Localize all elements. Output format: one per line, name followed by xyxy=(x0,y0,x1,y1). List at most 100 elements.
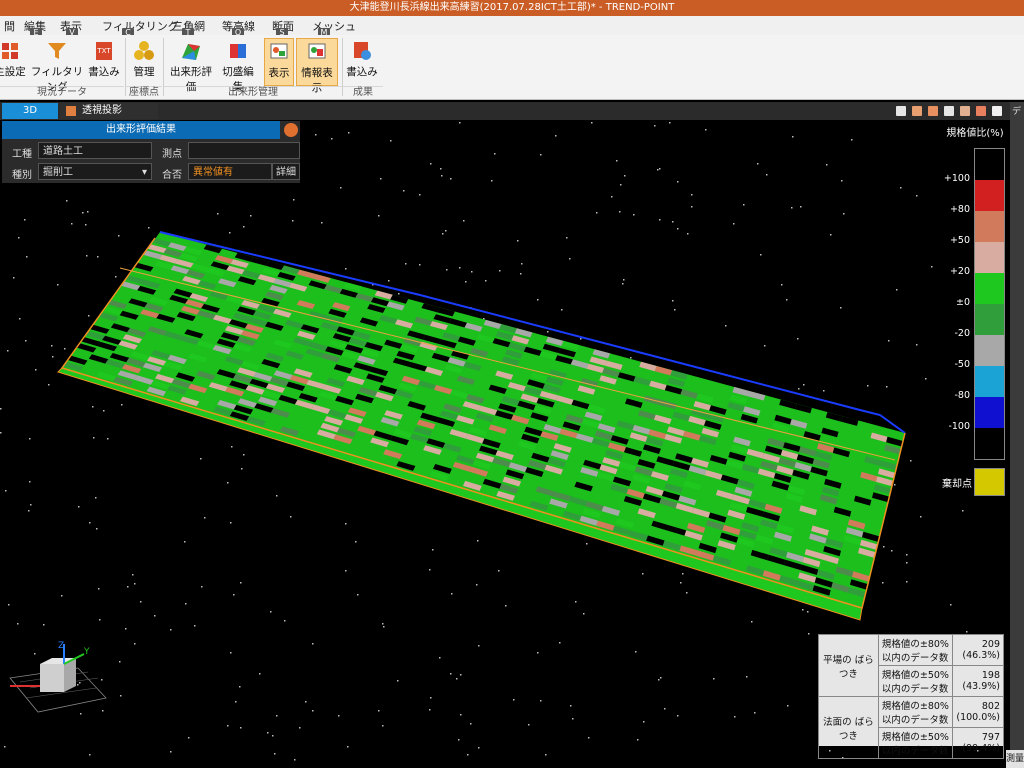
point-cloud-dot xyxy=(764,345,766,347)
point-cloud-dot xyxy=(451,593,453,595)
point-cloud-dot xyxy=(229,232,231,234)
point-cloud-dot xyxy=(340,187,342,189)
point-cloud-dot xyxy=(442,233,444,235)
point-cloud-dot xyxy=(575,601,577,603)
point-cloud-dot xyxy=(830,234,832,236)
scale-swatch xyxy=(975,304,1004,335)
point-cloud-dot xyxy=(26,256,28,258)
point-cloud-dot xyxy=(659,219,661,221)
menu-item-file[interactable]: 間 xyxy=(4,18,15,34)
point-field[interactable] xyxy=(188,142,300,159)
manage-button-label: 管理 xyxy=(133,66,155,78)
point-cloud-dot xyxy=(561,309,563,311)
view-iso-icon[interactable] xyxy=(976,106,986,116)
scale-swatch xyxy=(975,180,1004,211)
scale-tick-label: -100 xyxy=(948,421,970,432)
point-cloud-dot xyxy=(540,700,542,702)
point-cloud-dot xyxy=(331,138,333,140)
work-type-field[interactable]: 道路土工 xyxy=(38,142,152,159)
point-cloud-dot xyxy=(642,573,644,575)
point-cloud-dot xyxy=(231,446,233,448)
scale-tick-labels: +100 +80 +50 +20 ±0 -20 -50 -80 -100 xyxy=(938,148,972,458)
point-cloud-dot xyxy=(787,705,789,707)
point-cloud-dot xyxy=(725,325,727,327)
write-result-button[interactable]: 書込み xyxy=(344,38,380,86)
write-txt-label: 書込み xyxy=(88,66,120,78)
point-cloud-dot xyxy=(405,263,407,265)
point-cloud-dot xyxy=(92,406,94,408)
points-icon xyxy=(134,41,154,60)
point-cloud-dot xyxy=(792,136,794,138)
scale-swatch xyxy=(975,397,1004,428)
evaluation-button[interactable]: 出来形評価 xyxy=(166,38,216,93)
tab-perspective[interactable]: 透視投影 xyxy=(60,103,158,119)
point-cloud-dot xyxy=(0,432,2,434)
cut-fill-edit-button[interactable]: 切盛編集 xyxy=(218,38,258,93)
tab-3d[interactable]: 3D xyxy=(2,103,58,119)
point-cloud-dot xyxy=(140,601,142,603)
point-cloud-dot xyxy=(633,214,635,216)
menu-item-filter[interactable]: フィルタリング xyxy=(102,18,179,34)
manage-button[interactable]: 管理 xyxy=(128,38,160,86)
info-display-button[interactable]: 情報表示 xyxy=(296,38,338,94)
kind-select[interactable]: 掘削工 ▾ xyxy=(38,163,152,180)
view-back-icon[interactable] xyxy=(960,106,970,116)
point-cloud-dot xyxy=(674,309,676,311)
point-cloud-dot xyxy=(429,569,431,571)
point-cloud-dot xyxy=(25,340,27,342)
point-cloud-dot xyxy=(29,438,31,440)
view-top-icon[interactable] xyxy=(944,106,954,116)
point-cloud-dot xyxy=(900,187,902,189)
detail-button[interactable]: 詳細 xyxy=(272,163,300,180)
stats-value: 198 (43.9%) xyxy=(952,665,1004,697)
point-cloud-dot xyxy=(5,490,7,492)
point-cloud-dot xyxy=(713,678,715,680)
color-scale-legend: 規格値比(%) +100 +80 +50 +20 ±0 -20 -50 -80 -100 棄却点 xyxy=(938,120,1010,510)
display-button[interactable]: 表示 xyxy=(264,38,294,86)
point-cloud-dot xyxy=(115,276,117,278)
point-cloud-dot xyxy=(802,609,804,611)
point-cloud-dot xyxy=(654,125,656,127)
panel-settings-icon[interactable] xyxy=(284,123,298,137)
point-cloud-dot xyxy=(294,759,296,761)
point-cloud-dot xyxy=(259,673,261,675)
point-cloud-dot xyxy=(170,751,172,753)
point-cloud-dot xyxy=(754,712,756,714)
view-reset-icon[interactable] xyxy=(992,106,1002,116)
point-cloud-dot xyxy=(746,676,748,678)
write-txt-button[interactable]: TXT 書込み xyxy=(86,38,122,86)
point-cloud-dot xyxy=(906,581,908,583)
point-cloud-dot xyxy=(619,211,621,213)
point-cloud-dot xyxy=(250,215,252,217)
view-side-icon[interactable] xyxy=(928,106,938,116)
home-icon[interactable] xyxy=(896,106,906,116)
point-cloud-dot xyxy=(883,546,885,548)
stats-value: 209 (46.3%) xyxy=(952,634,1004,666)
point-cloud-dot xyxy=(101,679,103,681)
chevron-down-icon: ▾ xyxy=(141,167,147,178)
point-cloud-dot xyxy=(491,180,493,182)
view-front-icon[interactable] xyxy=(912,106,922,116)
point-cloud-dot xyxy=(588,737,590,739)
point-cloud-dot xyxy=(611,196,613,198)
right-side-panel-strip[interactable]: デ xyxy=(1010,102,1024,768)
stats-pct: (100.0%) xyxy=(956,712,1000,723)
point-cloud-dot xyxy=(357,594,359,596)
point-cloud-dot xyxy=(840,307,842,309)
point-cloud-dot xyxy=(658,679,660,681)
settings-button[interactable]: 主設定 xyxy=(0,38,26,86)
point-cloud-dot xyxy=(345,268,347,270)
point-cloud-dot xyxy=(148,227,150,229)
point-cloud-dot xyxy=(345,523,347,525)
point-cloud-dot xyxy=(96,528,98,530)
pass-label: 合否 xyxy=(162,170,182,181)
point-cloud-dot xyxy=(686,592,688,594)
point-cloud-dot xyxy=(194,625,196,627)
point-cloud-dot xyxy=(299,727,301,729)
scale-tick-label: +50 xyxy=(949,235,970,246)
point-cloud-dot xyxy=(119,661,121,663)
point-cloud-dot xyxy=(134,583,136,585)
point-cloud-dot xyxy=(200,458,202,460)
survey-tab[interactable]: 測量 xyxy=(1006,750,1024,768)
filtering-button[interactable]: フィルタリング xyxy=(30,38,84,93)
